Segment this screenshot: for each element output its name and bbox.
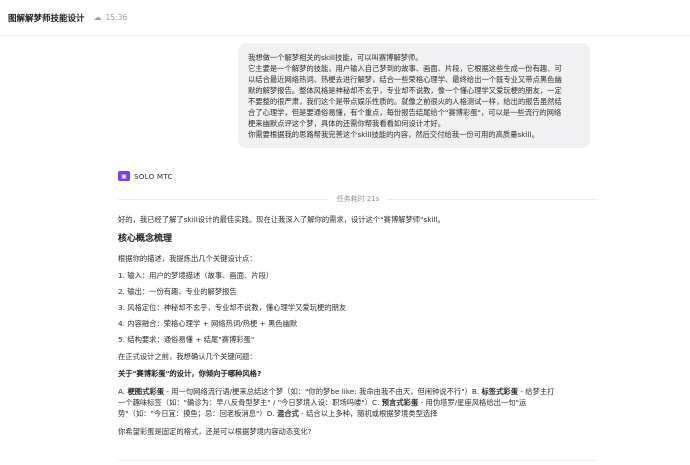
top-bar: 图解解梦师技能设计 ☁ 15:36	[0, 0, 690, 36]
cloud-icon: ☁	[93, 13, 102, 22]
question-title: 关于"赛博彩蛋"的设计，你倾向于哪种风格?	[118, 369, 262, 378]
options-text: - 用一句网络流行语/梗来总结这个梦（如："你的梦be like: 我命由我不由…	[164, 387, 482, 396]
list-item: 2. 输出：一份有趣、专业的解梦报告	[118, 287, 237, 296]
design-points-list: 1. 输入：用户的梦境描述（故事、画面、片段） 2. 输出：一份有趣、专业的解梦…	[118, 270, 596, 345]
user-message-line: 我想做一个解梦相关的skill技能，可以叫赛博解梦师。	[248, 53, 423, 62]
option-c-title: 预言式彩蛋	[381, 398, 419, 407]
user-message-bubble: 我想做一个解梦相关的skill技能，可以叫赛博解梦师。 它主要是一个解梦的技能，…	[238, 43, 590, 148]
list-item: 1. 输入：用户的梦境描述（故事、画面、片段）	[118, 271, 274, 280]
bottom-divider	[118, 460, 596, 461]
list-item: 5. 结构要求：通俗易懂 + 结尾"赛博彩蛋"	[118, 335, 255, 344]
options-text: - 用伪塔罗/星座风格给出一句"运	[418, 398, 527, 407]
user-message-line: 默的解梦报告。整体风格是神秘却不玄乎，专业却不说教，像一个懂心理学又爱玩梗的朋友…	[248, 86, 562, 95]
assistant-name: SOLO MTC	[134, 171, 173, 181]
options-text: 一个趣味标签（如："确诊为：早八反骨型梦主" / "今日梦境人设：职场吗喽"）C…	[118, 398, 382, 407]
divider-line-left	[118, 198, 329, 200]
list-item: 3. 风格定位：神秘却不玄乎，专业却不说教，懂心理学又爱玩梗的朋友	[118, 303, 347, 312]
options-text: 势"（如："今日宜：摸鱼；忌：回老板消息"）D.	[118, 409, 277, 418]
task-time-divider: 任务耗时 21s	[118, 192, 598, 206]
option-d-title: 混合式	[276, 409, 299, 418]
final-question: 你希望彩蛋是固定的格式，还是可以根据梦境内容动态变化?	[118, 427, 312, 436]
assistant-response: 好的，我已经了解了skill设计的最佳实践。现在让我深入了解你的需求，设计这个"…	[118, 214, 596, 443]
divider-line-right	[387, 198, 598, 200]
section-title: 核心概念梳理	[118, 234, 173, 244]
user-message: 我想做一个解梦相关的skill技能，可以叫赛博解梦师。 它主要是一个解梦的技能，…	[238, 43, 590, 148]
before-design-text: 在正式设计之前，我想确认几个关键问题：	[118, 352, 257, 361]
options-paragraph: A. 梗图式彩蛋 - 用一句网络流行语/梗来总结这个梦（如："你的梦be lik…	[118, 386, 596, 419]
option-b-title: 标签式彩蛋	[481, 387, 518, 396]
user-message-line: 它主要是一个解梦的技能，用户输入自己梦到的故事、画面、片段，它根据这些生成一份有…	[248, 64, 562, 73]
analysis-intro: 根据你的描述，我提炼出几个关键设计点：	[118, 254, 257, 263]
option-a-title: 梗图式彩蛋	[127, 387, 164, 396]
user-message-line: 合了心理学，但是要通俗易懂，有个重点，每份报告结尾给个"赛博彩蛋"，可以是一些流…	[248, 108, 562, 117]
user-message-line: 你需要根据我的思路帮我完善这个skill技能的内容，然后交付给我一份可用的高质量…	[248, 130, 539, 139]
assistant-head: ▣ SOLO MTC	[118, 169, 598, 183]
options-text: - 给梦主打	[518, 387, 555, 396]
user-message-line: 梗来幽默点评这个梦，具体的还需你帮我看看如何设计才好。	[248, 119, 446, 128]
assistant-intro: 好的，我已经了解了skill设计的最佳实践。现在让我深入了解你的需求，设计这个"…	[118, 215, 445, 224]
user-message-line: 以结合最近网络热词、热梗去进行解梦，结合一些荣格心理学、最终给出一个既专业又带点…	[248, 75, 562, 84]
user-message-line: 不要整的很严肃，我们这个是带点娱乐性质的。就像之前很火的人格测试一样，给出的报告…	[248, 97, 562, 106]
list-item: 4. 内容融合：荣格心理学 + 网络热词/热梗 + 黑色幽默	[118, 319, 298, 328]
assistant-icon: ▣	[118, 171, 130, 181]
assistant-header: ▣ SOLO MTC	[118, 169, 598, 183]
options-text: A.	[118, 387, 128, 396]
options-text: - 结合以上多种，随机或根据梦境类型选择	[298, 409, 438, 418]
task-time-label: 任务耗时 21s	[336, 195, 380, 203]
time-label: 15:36	[105, 13, 128, 22]
page-title: 图解解梦师技能设计	[8, 13, 85, 24]
